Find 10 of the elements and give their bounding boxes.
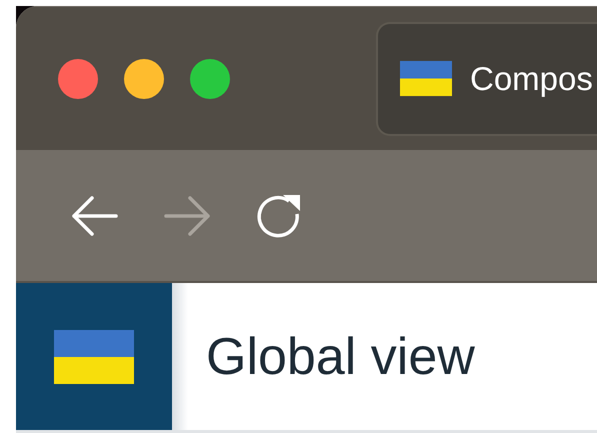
- flag-icon: [400, 58, 452, 99]
- tab-title: Compos: [470, 60, 593, 98]
- browser-tab[interactable]: Compos: [376, 22, 597, 136]
- forward-arrow-icon: [163, 194, 211, 236]
- close-icon[interactable]: [58, 58, 98, 98]
- flag-icon: [54, 330, 134, 384]
- back-arrow-icon: [71, 194, 119, 236]
- minimize-icon[interactable]: [124, 58, 164, 98]
- page-heading: Global view: [206, 326, 475, 386]
- zoom-icon[interactable]: [190, 58, 230, 98]
